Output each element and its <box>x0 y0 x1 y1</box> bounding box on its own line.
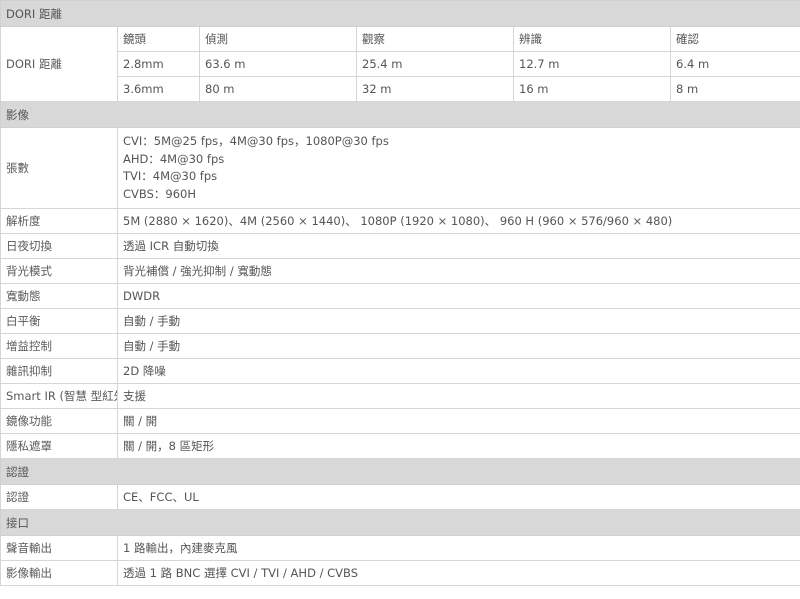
frame-rate-line: CVI：5M@25 fps，4M@30 fps，1080P@30 fps <box>123 134 389 148</box>
spec-value: 背光補償 / 強光抑制 / 寬動態 <box>116 258 800 284</box>
spec-row: 聲音輸出 1 路輸出，內建麥克風 <box>0 535 800 561</box>
section-header-certification: 認證 <box>0 458 800 485</box>
spec-value: 自動 / 手動 <box>116 333 800 359</box>
section-title-dori: DORI 距離 <box>0 0 800 27</box>
spec-row: Smart IR (智慧 型紅外線) 支援 <box>0 383 800 409</box>
spec-label: 雜訊抑制 <box>0 358 118 384</box>
dori-cell: 8 m <box>669 76 800 102</box>
spec-value: 1 路輸出，內建麥克風 <box>116 535 800 561</box>
dori-header-recognize: 辨識 <box>513 26 671 52</box>
spec-label: 日夜切換 <box>0 233 118 259</box>
spec-value: 透過 1 路 BNC 選擇 CVI / TVI / AHD / CVBS <box>116 560 800 586</box>
spec-label: 聲音輸出 <box>0 535 118 561</box>
dori-header-identify: 確認 <box>669 26 800 52</box>
spec-value: 支援 <box>116 383 800 409</box>
dori-cell: 63.6 m <box>199 51 357 77</box>
dori-row: 2.8mm 63.6 m 25.4 m 12.7 m 6.4 m <box>1 51 800 77</box>
spec-value: DWDR <box>116 283 800 309</box>
spec-value: 關 / 開 <box>116 408 800 434</box>
frame-rate-line: AHD：4M@30 fps <box>123 151 225 166</box>
dori-cell: 3.6mm <box>117 76 200 102</box>
spec-label: 白平衡 <box>0 308 118 334</box>
spec-label: 增益控制 <box>0 333 118 359</box>
spec-value: 透過 ICR 自動切換 <box>116 233 800 259</box>
spec-row: 白平衡 自動 / 手動 <box>0 308 800 334</box>
spec-value: 關 / 開，8 區矩形 <box>116 433 800 459</box>
section-header-interface: 接口 <box>0 509 800 536</box>
spec-row: 背光模式 背光補償 / 強光抑制 / 寬動態 <box>0 258 800 284</box>
section-header-dori: DORI 距離 <box>0 0 800 27</box>
dori-row: 3.6mm 80 m 32 m 16 m 8 m <box>1 76 800 102</box>
spec-label: Smart IR (智慧 型紅外線) <box>0 383 118 409</box>
spec-row: 隱私遮罩 關 / 開，8 區矩形 <box>0 433 800 459</box>
spec-label: 鏡像功能 <box>0 408 118 434</box>
frame-rate-line: CVBS：960H <box>123 186 196 201</box>
spec-row: 日夜切換 透過 ICR 自動切換 <box>0 233 800 259</box>
spec-row: 影像輸出 透過 1 路 BNC 選擇 CVI / TVI / AHD / CVB… <box>0 560 800 586</box>
dori-header-row: DORI 距離 鏡頭 偵測 觀察 辨識 確認 <box>0 26 800 102</box>
spec-value: 自動 / 手動 <box>116 308 800 334</box>
dori-header-observe: 觀察 <box>356 26 514 52</box>
spec-row-frame-rate: 張數 CVI：5M@25 fps，4M@30 fps，1080P@30 fps … <box>0 127 800 209</box>
spec-row: 認證 CE、FCC、UL <box>0 484 800 510</box>
section-title-interface: 接口 <box>0 509 800 536</box>
section-title-image: 影像 <box>0 101 800 128</box>
dori-row-label: DORI 距離 <box>0 26 118 102</box>
dori-cell: 6.4 m <box>669 51 800 77</box>
spec-label: 背光模式 <box>0 258 118 284</box>
dori-header-lens: 鏡頭 <box>117 26 200 52</box>
spec-value: 2D 降噪 <box>116 358 800 384</box>
spec-row: 雜訊抑制 2D 降噪 <box>0 358 800 384</box>
frame-rate-line: TVI：4M@30 fps <box>123 169 218 183</box>
spec-label: 解析度 <box>0 208 118 234</box>
spec-label: 影像輸出 <box>0 560 118 586</box>
spec-label: 隱私遮罩 <box>0 433 118 459</box>
spec-row: 解析度 5M (2880 × 1620)、4M (2560 × 1440)、 1… <box>0 208 800 234</box>
spec-table: DORI 距離 DORI 距離 鏡頭 偵測 觀察 辨識 確認 2.8mm 63.… <box>0 0 800 586</box>
dori-cell: 80 m <box>199 76 357 102</box>
spec-value: 5M (2880 × 1620)、4M (2560 × 1440)、 1080P… <box>116 208 800 234</box>
spec-value-frame-rate: CVI：5M@25 fps，4M@30 fps，1080P@30 fps AHD… <box>116 127 800 209</box>
dori-header-detect: 偵測 <box>199 26 357 52</box>
spec-row: 寬動態 DWDR <box>0 283 800 309</box>
spec-label: 張數 <box>0 127 118 209</box>
dori-cell: 2.8mm <box>117 51 200 77</box>
section-header-image: 影像 <box>0 101 800 128</box>
spec-row: 鏡像功能 關 / 開 <box>0 408 800 434</box>
spec-label: 認證 <box>0 484 118 510</box>
spec-value: CE、FCC、UL <box>116 484 800 510</box>
spec-label: 寬動態 <box>0 283 118 309</box>
dori-cell: 25.4 m <box>356 51 514 77</box>
dori-cell: 16 m <box>513 76 671 102</box>
dori-cell: 32 m <box>356 76 514 102</box>
section-title-certification: 認證 <box>0 458 800 485</box>
dori-cell: 12.7 m <box>513 51 671 77</box>
spec-row: 增益控制 自動 / 手動 <box>0 333 800 359</box>
